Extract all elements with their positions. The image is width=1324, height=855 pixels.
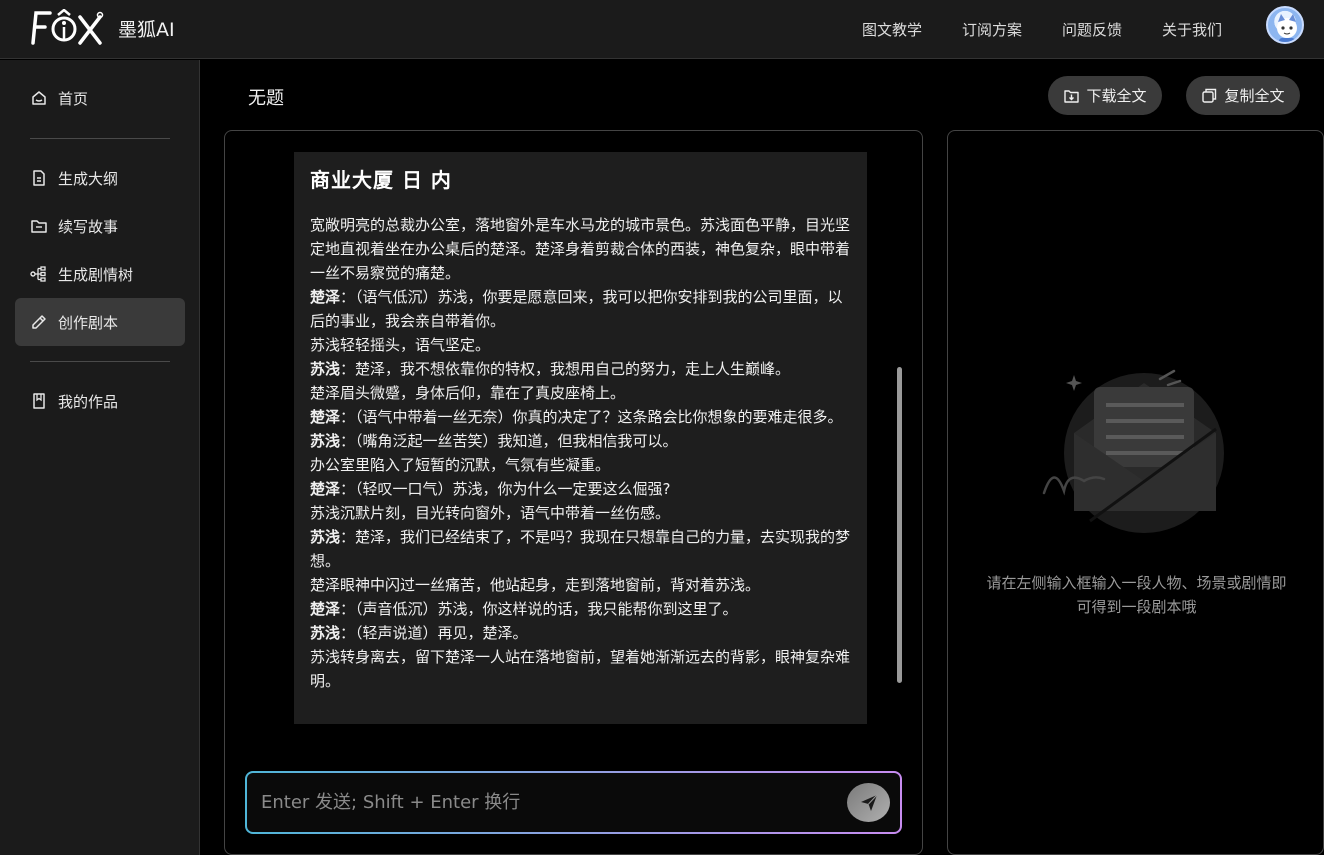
line-text: ：（轻叹一口气）苏浅，你为什么一定要这么倔强? xyxy=(340,480,671,498)
user-avatar-icon xyxy=(1277,14,1297,42)
speaker-name: 苏浅 xyxy=(310,432,341,450)
sidebar-item-label: 首页 xyxy=(58,89,89,108)
action-line: 楚泽眼神中闪过一丝痛苦，他站起身，走到落地窗前，背对着苏浅。 xyxy=(310,573,851,597)
script-lines: 宽敞明亮的总裁办公室，落地窗外是车水马龙的城市景色。苏浅面色平静，目光坚定地直视… xyxy=(310,213,851,693)
top-bar: 墨狐AI 图文教学 订阅方案 问题反馈 关于我们 xyxy=(0,0,1324,59)
nav-tutorial[interactable]: 图文教学 xyxy=(862,19,922,40)
action-line: 苏浅轻轻摇头，语气坚定。 xyxy=(310,333,851,357)
line-text: 苏浅转身离去，留下楚泽一人站在落地窗前，望着她渐渐远去的背影，眼神复杂难明。 xyxy=(310,648,851,690)
nav-about[interactable]: 关于我们 xyxy=(1162,19,1222,40)
chat-input-wrapper xyxy=(245,771,902,834)
scrollbar-thumb[interactable] xyxy=(897,367,902,683)
copy-label: 复制全文 xyxy=(1224,87,1285,105)
preview-panel: 请在左侧输入框输入一段人物、场景或剧情即可得到一段剧本哦 xyxy=(947,130,1324,855)
dialogue-line: 苏浅：楚泽，我们已经结束了，不是吗？我现在只想靠自己的力量，去实现我的梦想。 xyxy=(310,525,851,573)
line-text: ：楚泽，我们已经结束了，不是吗？我现在只想靠自己的力量，去实现我的梦想。 xyxy=(310,528,851,570)
dialogue-line: 楚泽：（轻叹一口气）苏浅，你为什么一定要这么倔强? xyxy=(310,477,851,501)
sidebar-divider xyxy=(30,361,170,362)
copy-icon xyxy=(1202,88,1217,103)
empty-mail-icon xyxy=(1042,369,1224,533)
sidebar-item-label: 我的作品 xyxy=(58,392,119,411)
speaker-name: 楚泽 xyxy=(310,600,341,618)
speaker-name: 苏浅 xyxy=(310,360,341,378)
brand-name: 墨狐AI xyxy=(118,19,175,41)
fox-logo-icon[interactable] xyxy=(30,9,104,47)
nav-subscription[interactable]: 订阅方案 xyxy=(962,19,1022,40)
script-panel: 商业大厦 日 内 宽敞明亮的总裁办公室，落地窗外是车水马龙的城市景色。苏浅面色平… xyxy=(224,130,923,855)
sidebar-item-continue-story[interactable]: 续写故事 xyxy=(15,202,185,250)
sidebar-item-outline[interactable]: 生成大纲 xyxy=(15,154,185,202)
avatar[interactable] xyxy=(1266,6,1304,44)
tree-icon xyxy=(30,266,46,282)
chat-input-box xyxy=(247,773,900,832)
line-text: ：（语气中带着一丝无奈）你真的决定了？这条路会比你想象的要难走很多。 xyxy=(340,408,843,426)
download-button[interactable]: 下载全文 xyxy=(1048,76,1162,115)
line-text: 办公室里陷入了短暂的沉默，气氛有些凝重。 xyxy=(310,456,611,474)
speaker-name: 楚泽 xyxy=(310,288,341,306)
dialogue-line: 苏浅：（嘴角泛起一丝苦笑）我知道，但我相信我可以。 xyxy=(310,429,851,453)
send-button[interactable] xyxy=(847,783,890,822)
speaker-name: 苏浅 xyxy=(310,624,341,642)
dialogue-line: 楚泽：（语气低沉）苏浅，你要是愿意回来，我可以把你安排到我的公司里面，以后的事业… xyxy=(310,285,851,333)
pencil-icon xyxy=(32,315,46,329)
line-text: 宽敞明亮的总裁办公室，落地窗外是车水马龙的城市景色。苏浅面色平静，目光坚定地直视… xyxy=(310,216,851,282)
download-label: 下载全文 xyxy=(1086,87,1147,105)
chat-input[interactable] xyxy=(261,773,821,832)
line-text: ：（轻声说道）再见，楚泽。 xyxy=(340,624,528,642)
dialogue-line: 楚泽：（语气中带着一丝无奈）你真的决定了？这条路会比你想象的要难走很多。 xyxy=(310,405,851,429)
sidebar: 首页 生成大纲 续写故事 生成剧情树 创作剧本 我的作品 xyxy=(0,60,200,855)
nav-feedback[interactable]: 问题反馈 xyxy=(1062,19,1122,40)
line-text: ：（嘴角泛起一丝苦笑）我知道，但我相信我可以。 xyxy=(340,432,678,450)
line-text: ：楚泽，我不想依靠你的特权，我想用自己的努力，走上人生巅峰。 xyxy=(340,360,791,378)
sidebar-item-label: 生成剧情树 xyxy=(58,265,134,284)
action-line: 苏浅转身离去，留下楚泽一人站在落地窗前，望着她渐渐远去的背影，眼神复杂难明。 xyxy=(310,645,851,693)
speaker-name: 苏浅 xyxy=(310,528,341,546)
scene-heading: 商业大厦 日 内 xyxy=(310,168,452,192)
speaker-name: 楚泽 xyxy=(310,480,341,498)
line-text: 楚泽眼神中闪过一丝痛苦，他站起身，走到落地窗前，背对着苏浅。 xyxy=(310,576,761,594)
sidebar-item-label: 续写故事 xyxy=(58,217,119,236)
action-line: 宽敞明亮的总裁办公室，落地窗外是车水马龙的城市景色。苏浅面色平静，目光坚定地直视… xyxy=(310,213,851,285)
action-line: 楚泽眉头微蹙，身体后仰，靠在了真皮座椅上。 xyxy=(310,381,851,405)
sidebar-item-label: 创作剧本 xyxy=(58,313,119,332)
folder-icon xyxy=(31,220,47,233)
dialogue-line: 苏浅：楚泽，我不想依靠你的特权，我想用自己的努力，走上人生巅峰。 xyxy=(310,357,851,381)
bookmark-icon xyxy=(33,393,45,409)
top-nav: 图文教学 订阅方案 问题反馈 关于我们 xyxy=(862,0,1222,59)
line-text: 苏浅沉默片刻，目光转向窗外，语气中带着一丝伤感。 xyxy=(310,504,671,522)
script-output: 商业大厦 日 内 宽敞明亮的总裁办公室，落地窗外是车水马龙的城市景色。苏浅面色平… xyxy=(294,152,867,724)
line-text: ：（声音低沉）苏浅，你这样说的话，我只能帮你到这里了。 xyxy=(340,600,738,618)
sidebar-item-home[interactable]: 首页 xyxy=(15,74,185,122)
sidebar-item-label: 生成大纲 xyxy=(58,169,119,188)
sidebar-item-create-script[interactable]: 创作剧本 xyxy=(15,298,185,346)
dialogue-line: 楚泽：（声音低沉）苏浅，你这样说的话，我只能帮你到这里了。 xyxy=(310,597,851,621)
action-line: 办公室里陷入了短暂的沉默，气氛有些凝重。 xyxy=(310,453,851,477)
sidebar-divider xyxy=(30,138,170,139)
copy-button[interactable]: 复制全文 xyxy=(1186,76,1300,115)
speaker-name: 楚泽 xyxy=(310,408,341,426)
home-icon xyxy=(32,91,46,105)
sidebar-item-plot-tree[interactable]: 生成剧情树 xyxy=(15,250,185,298)
line-text: 楚泽眉头微蹙，身体后仰，靠在了真皮座椅上。 xyxy=(310,384,626,402)
page-title[interactable]: 无题 xyxy=(248,84,284,110)
action-line: 苏浅沉默片刻，目光转向窗外，语气中带着一丝伤感。 xyxy=(310,501,851,525)
document-icon xyxy=(33,170,45,186)
empty-hint: 请在左侧输入框输入一段人物、场景或剧情即可得到一段剧本哦 xyxy=(986,574,1287,616)
sidebar-item-my-works[interactable]: 我的作品 xyxy=(15,377,185,425)
line-text: 苏浅轻轻摇头，语气坚定。 xyxy=(310,336,491,354)
line-text: ：（语气低沉）苏浅，你要是愿意回来，我可以把你安排到我的公司里面，以后的事业，我… xyxy=(310,288,843,330)
download-icon xyxy=(1064,90,1080,103)
send-icon xyxy=(860,794,877,811)
dialogue-line: 苏浅：（轻声说道）再见，楚泽。 xyxy=(310,621,851,645)
